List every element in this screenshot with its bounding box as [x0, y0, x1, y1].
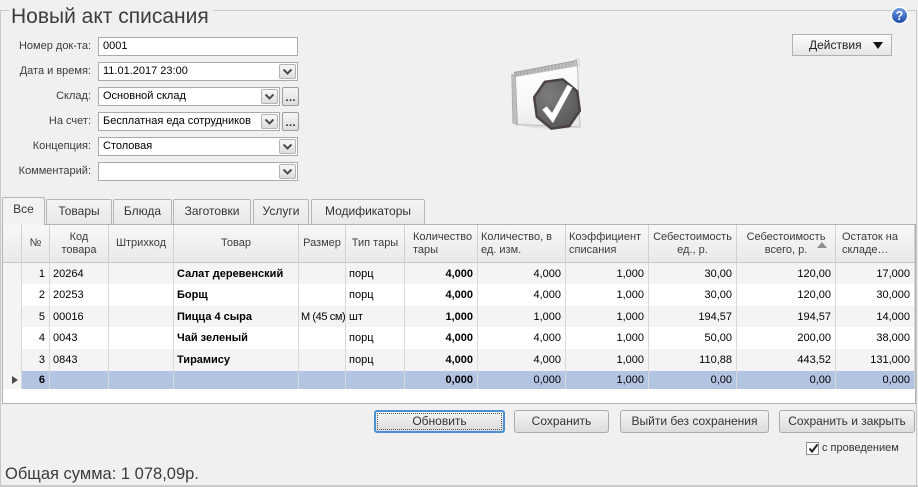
svg-text:?: ? — [896, 9, 904, 23]
